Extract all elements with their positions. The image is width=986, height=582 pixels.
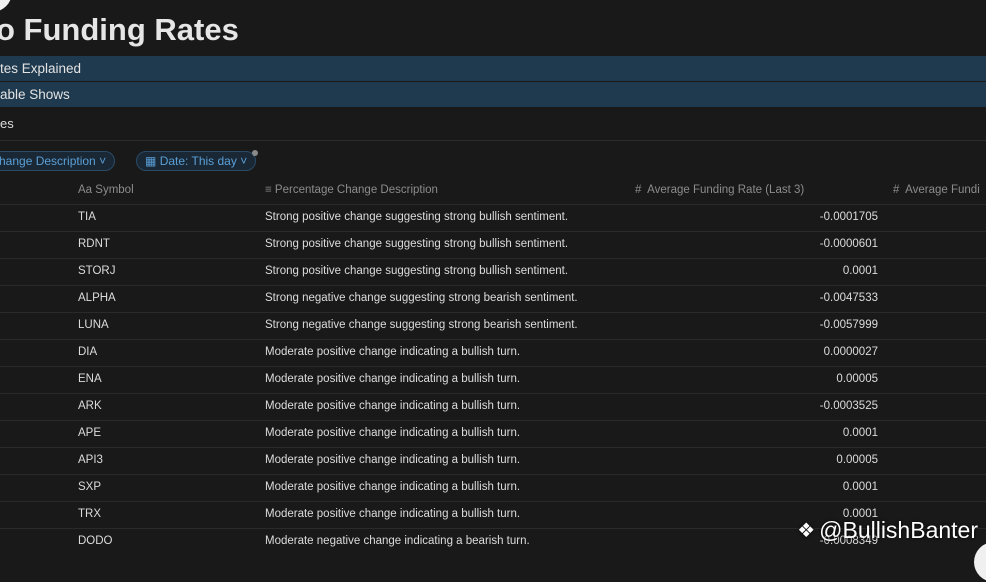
symbol-cell: STORJ [78, 265, 116, 277]
table-row[interactable]: ENA Moderate positive change indicating a… [0, 366, 986, 393]
rate-cell: -0.0003525 [819, 400, 878, 412]
rate-cell: -0.0047533 [819, 292, 878, 304]
window-corner [0, 0, 12, 12]
description-cell: Strong positive change suggesting strong… [265, 265, 569, 277]
symbol-cell: SXP [78, 481, 102, 493]
table-row[interactable]: SXP Moderate positive change indicating a… [0, 474, 986, 501]
filter-date[interactable]: ▦ Date: This day ˅ [136, 151, 257, 171]
rate-cell: -0.0057999 [819, 319, 878, 331]
column-header-symbol[interactable]: Aa Symbol [78, 184, 134, 196]
symbol-cell: TRX [78, 508, 101, 520]
table-row[interactable]: ALPHA Strong negative change suggesting s… [0, 285, 986, 312]
description-cell: Moderate positive change indicating a bu… [265, 481, 521, 493]
toggle-table-shows[interactable]: able Shows [0, 82, 986, 107]
symbol-cell: RDNT [78, 238, 110, 250]
text-type-icon: Aa [78, 184, 93, 196]
symbol-cell: ARK [78, 400, 102, 412]
filter-change-description[interactable]: hange Description ˅ [0, 151, 116, 171]
description-cell: Moderate positive change indicating a bu… [265, 427, 521, 439]
symbol-cell: LUNA [78, 319, 109, 331]
description-cell: Moderate positive change indicating a bu… [265, 454, 521, 466]
rate-cell: 0.0001 [842, 481, 878, 493]
watermark: ❖ @BullishBanter [797, 517, 978, 544]
filter-active-dot [252, 150, 258, 156]
calendar-icon: ▦ [145, 154, 157, 168]
description-cell: Moderate positive change indicating a bu… [265, 508, 521, 520]
description-cell: Moderate positive change indicating a bu… [265, 346, 521, 358]
column-label: Average Funding Rate (Last 3) [647, 184, 805, 196]
symbol-cell: TIA [78, 211, 96, 223]
column-header-description[interactable]: ≡ Percentage Change Description [265, 184, 438, 196]
text-lines-icon: ≡ [265, 184, 272, 196]
column-header-avg-rate[interactable]: # Average Funding Rate (Last 3) [635, 184, 804, 196]
symbol-cell: ENA [78, 373, 102, 385]
table-row[interactable]: TIA Strong positive change suggesting str… [0, 204, 986, 231]
description-cell: Moderate positive change indicating a bu… [265, 373, 521, 385]
table-row[interactable]: API3 Moderate positive change indicating … [0, 447, 986, 474]
rate-cell: -0.0000601 [819, 238, 878, 250]
table-row[interactable]: DIA Moderate positive change indicating a… [0, 339, 986, 366]
section-heading: es [0, 116, 14, 131]
column-header-avg-rate-2[interactable]: # Average Fundi [893, 184, 980, 196]
number-icon: # [893, 184, 900, 196]
filter-label: Date: This day [159, 154, 237, 168]
rate-cell: 0.00005 [836, 373, 878, 385]
chevron-down-icon: ˅ [99, 154, 107, 168]
table-row[interactable]: LUNA Strong negative change suggesting st… [0, 312, 986, 339]
table-row[interactable]: APE Moderate positive change indicating a… [0, 420, 986, 447]
rate-cell: 0.00005 [836, 454, 878, 466]
symbol-cell: APE [78, 427, 102, 439]
symbol-cell: DIA [78, 346, 98, 358]
filter-label: hange Description [0, 154, 96, 168]
rate-cell: 0.0001 [842, 427, 878, 439]
number-icon: # [635, 184, 642, 196]
page-title: o Funding Rates [0, 12, 239, 47]
chevron-down-icon: ˅ [240, 154, 248, 168]
column-label: Average Fundi [905, 184, 980, 196]
description-cell: Moderate positive change indicating a bu… [265, 400, 521, 412]
symbol-cell: ALPHA [78, 292, 116, 304]
description-cell: Moderate negative change indicating a be… [265, 535, 530, 547]
table-row[interactable]: ARK Moderate positive change indicating a… [0, 393, 986, 420]
rate-cell: -0.0001705 [819, 211, 878, 223]
description-cell: Strong negative change suggesting strong… [265, 292, 578, 304]
table-row[interactable]: STORJ Strong positive change suggesting s… [0, 258, 986, 285]
description-cell: Strong positive change suggesting strong… [265, 238, 569, 250]
binance-logo-icon: ❖ [797, 520, 816, 542]
divider [0, 140, 986, 141]
description-cell: Strong positive change suggesting strong… [265, 211, 569, 223]
rate-cell: 0.0000027 [823, 346, 878, 358]
symbol-cell: API3 [78, 454, 103, 466]
description-cell: Strong negative change suggesting strong… [265, 319, 578, 331]
column-label: Symbol [95, 184, 134, 196]
symbol-cell: DODO [78, 535, 113, 547]
column-label: Percentage Change Description [274, 184, 438, 196]
watermark-text: @BullishBanter [819, 517, 978, 543]
toggle-rates-explained[interactable]: tes Explained [0, 56, 986, 81]
table-row[interactable]: RDNT Strong positive change suggesting st… [0, 231, 986, 258]
rate-cell: 0.0001 [842, 265, 878, 277]
